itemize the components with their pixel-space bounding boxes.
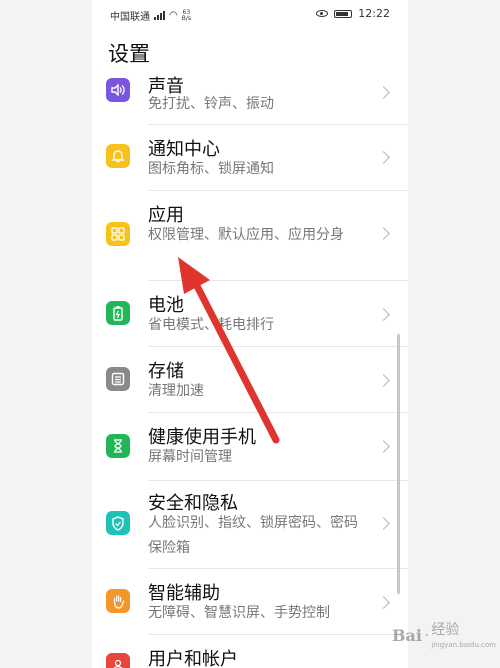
chevron-right-icon [377, 517, 390, 530]
chevron-right-icon [377, 86, 390, 99]
eye-comfort-icon [316, 10, 329, 17]
settings-item-apps[interactable]: 应用 权限管理、默认应用、应用分身 [92, 191, 408, 279]
storage-icon [106, 367, 130, 391]
scrollbar[interactable] [397, 334, 400, 594]
battery-status-icon [334, 9, 353, 18]
item-subtitle: 无障碍、智慧识屏、手势控制 [148, 605, 330, 621]
chevron-right-icon [377, 440, 390, 453]
chevron-right-icon [377, 374, 390, 387]
item-subtitle: 权限管理、默认应用、应用分身 [148, 227, 344, 243]
item-title: 用户和帐户 [148, 649, 238, 668]
network-speed: 63 B/s [181, 8, 191, 22]
item-subtitle: 清理加速 [148, 383, 204, 399]
chevron-right-icon [377, 151, 390, 164]
bell-icon [106, 144, 130, 168]
page-title: 设置 [108, 42, 150, 66]
battery-icon [106, 301, 130, 325]
hourglass-icon [106, 434, 130, 458]
chevron-right-icon [377, 596, 390, 609]
chevron-right-icon [377, 308, 390, 321]
settings-item-battery[interactable]: 电池 省电模式、耗电排行 [92, 281, 408, 345]
settings-item-digital-balance[interactable]: 健康使用手机 屏幕时间管理 [92, 413, 408, 479]
baidu-jingyan-watermark: Bai 经验 jingyan.baidu.com [392, 612, 496, 658]
item-subtitle: 图标角标、锁屏通知 [148, 161, 274, 177]
settings-item-smart-assistance[interactable]: 智能辅助 无障碍、智慧识屏、手势控制 [92, 569, 408, 633]
chevron-right-icon [377, 227, 390, 240]
watermark-brand: Bai [392, 625, 422, 645]
user-icon [106, 653, 130, 668]
phone-screen: 中国联通 ◠ 63 B/s 12:22 设置 声音 免打扰、铃声、振动 通知中心… [92, 0, 408, 668]
item-subtitle: 人脸识别、指纹、锁屏密码、密码保险箱 [148, 515, 358, 556]
hand-icon [106, 589, 130, 613]
speaker-icon [106, 78, 130, 102]
settings-item-users-accounts[interactable]: 用户和帐户 [92, 635, 408, 668]
carrier-label: 中国联通 [110, 12, 150, 23]
item-subtitle: 屏幕时间管理 [148, 449, 232, 465]
status-bar: 中国联通 ◠ 63 B/s 12:22 [92, 0, 408, 28]
paw-icon [425, 633, 428, 637]
settings-item-sound[interactable]: 声音 免打扰、铃声、振动 [92, 70, 408, 122]
wifi-icon: ◠ [169, 10, 178, 21]
left-background [0, 0, 92, 668]
shield-icon [106, 511, 130, 535]
signal-icon [154, 11, 165, 20]
clock: 12:22 [358, 7, 390, 20]
item-subtitle: 省电模式、耗电排行 [148, 317, 274, 333]
settings-item-security-privacy[interactable]: 安全和隐私 人脸识别、指纹、锁屏密码、密码保险箱 [92, 481, 408, 567]
apps-grid-icon [106, 222, 130, 246]
watermark-suffix: 经验 [431, 622, 460, 638]
settings-item-storage[interactable]: 存储 清理加速 [92, 347, 408, 411]
right-background [408, 0, 500, 668]
item-subtitle: 免打扰、铃声、振动 [148, 96, 274, 112]
watermark-url: jingyan.baidu.com [431, 641, 496, 649]
settings-item-notifications[interactable]: 通知中心 图标角标、锁屏通知 [92, 125, 408, 187]
